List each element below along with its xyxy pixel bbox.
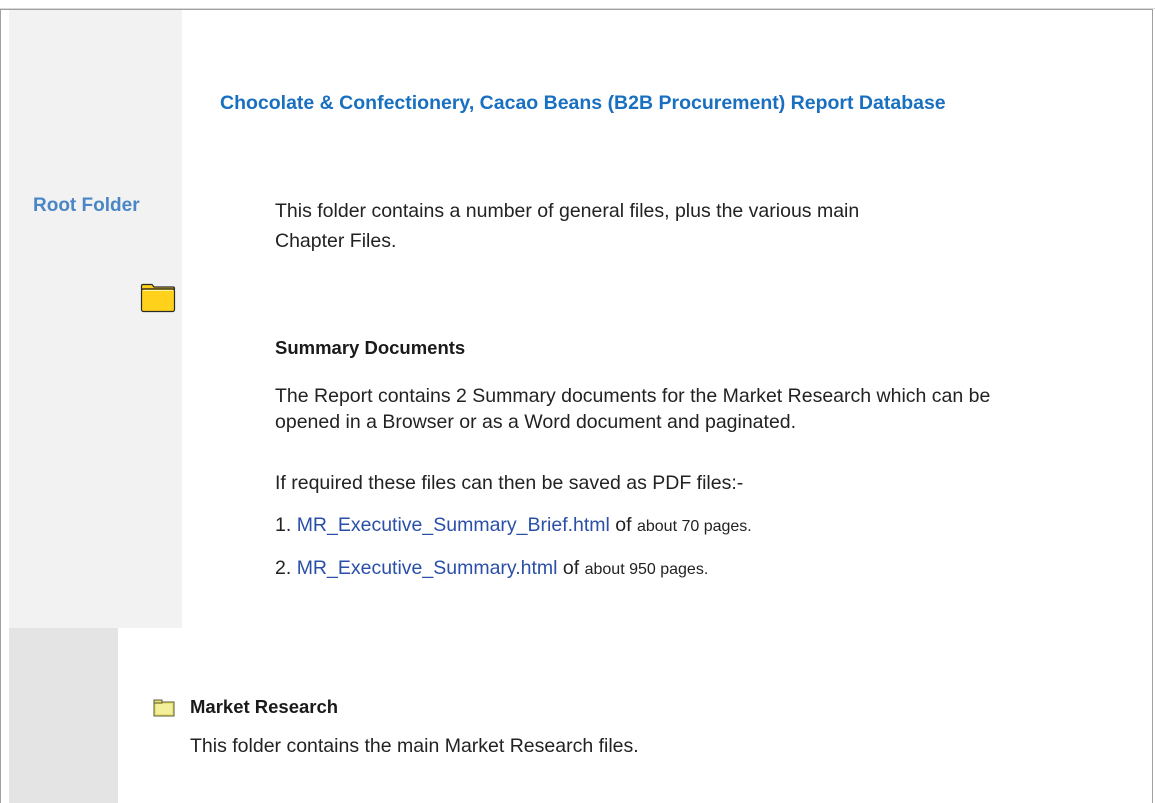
folder-icon[interactable] xyxy=(153,699,175,717)
root-folder-label: Root Folder xyxy=(33,195,140,216)
list-number: 1. xyxy=(275,514,292,536)
market-research-panel xyxy=(9,628,118,803)
summary-document-item: 1. MR_Executive_Summary_Brief.html of ab… xyxy=(275,514,752,537)
executive-summary-link[interactable]: MR_Executive_Summary.html xyxy=(297,557,558,579)
doc-suffix-of: of xyxy=(615,514,632,536)
root-folder-panel: Root Folder xyxy=(9,10,182,628)
list-number: 2. xyxy=(275,557,292,579)
executive-summary-brief-link[interactable]: MR_Executive_Summary_Brief.html xyxy=(297,514,610,536)
doc-page-count: about 950 pages. xyxy=(584,561,709,578)
pdf-save-note: If required these files can then be save… xyxy=(275,472,744,494)
market-research-folder-link[interactable]: Market Research xyxy=(190,696,338,718)
market-research-description: This folder contains the main Market Res… xyxy=(190,735,639,757)
summary-documents-description: The Report contains 2 Summary documents … xyxy=(275,385,991,433)
summary-documents-heading: Summary Documents xyxy=(275,337,466,358)
report-title: Chocolate & Confectionery, Cacao Beans (… xyxy=(220,92,946,114)
summary-document-item: 2. MR_Executive_Summary.html of about 95… xyxy=(275,557,708,580)
folder-icon xyxy=(140,283,176,313)
doc-page-count: about 70 pages. xyxy=(636,518,752,535)
doc-suffix-of: of xyxy=(562,557,580,579)
root-folder-description: This folder contains a number of general… xyxy=(275,200,860,252)
